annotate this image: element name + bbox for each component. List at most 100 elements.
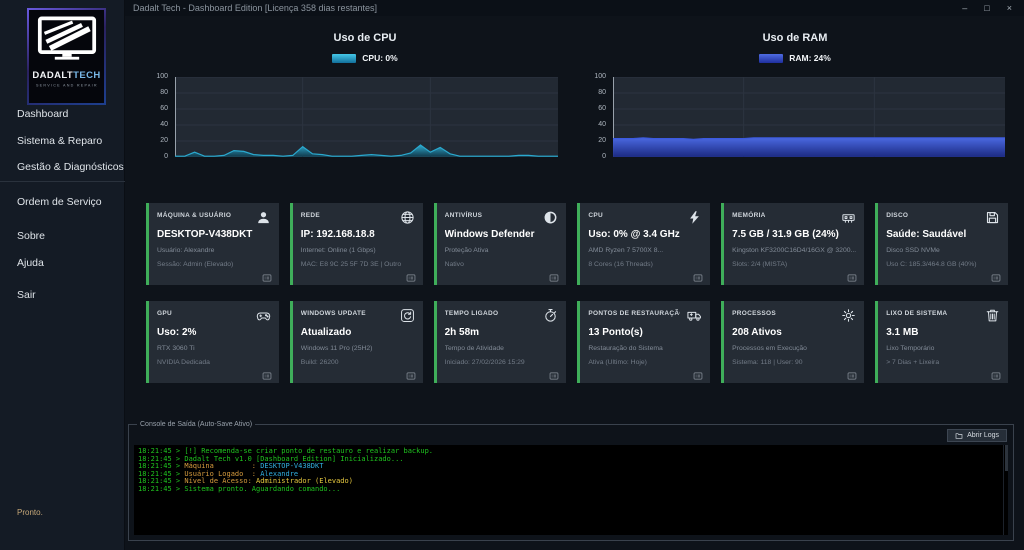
- titlebar: Dadalt Tech - Dashboard Edition [Licença…: [125, 0, 1024, 16]
- ram-legend-label: RAM: 24%: [789, 53, 831, 63]
- info-card: DISCO Saúde: Saudável Disco SSD NVMe Uso…: [875, 203, 1008, 285]
- card-value: 2h 58m: [445, 327, 559, 338]
- info-card: WINDOWS UPDATE Atualizado Windows 11 Pro…: [290, 301, 423, 383]
- info-card: PONTOS DE RESTAURAÇÃO 13 Ponto(s) Restau…: [577, 301, 710, 383]
- card-title: DISCO: [886, 210, 908, 219]
- gear-icon: [841, 308, 856, 323]
- card-value: 7.5 GB / 31.9 GB (24%): [732, 229, 856, 240]
- sidebar-item-sobre[interactable]: Sobre: [17, 230, 45, 242]
- card-details-icon[interactable]: [548, 368, 560, 378]
- card-detail-line-1: Lixo Temporário: [886, 345, 1000, 352]
- info-card: GPU Uso: 2% RTX 3060 Ti NVIDIA Dedicada: [146, 301, 279, 383]
- monitor-logo-icon: [37, 16, 97, 62]
- disk-icon: [985, 210, 1000, 225]
- y-tick-label: 80: [160, 89, 168, 96]
- card-detail-line-2: Build: 26200: [301, 359, 401, 366]
- card-value: IP: 192.168.18.8: [301, 229, 415, 240]
- card-detail-line-2: > 7 Dias + Lixeira: [886, 359, 986, 366]
- card-details-icon[interactable]: [990, 270, 1002, 280]
- card-details-icon[interactable]: [846, 270, 858, 280]
- y-tick-label: 20: [160, 137, 168, 144]
- card-detail-line-1: Disco SSD NVMe: [886, 247, 1000, 254]
- y-tick-label: 40: [598, 121, 606, 128]
- card-header: CPU: [588, 210, 702, 225]
- card-detail-line-1: RTX 3060 Ti: [157, 345, 271, 352]
- y-tick-label: 100: [594, 73, 606, 80]
- card-detail-line-2: 8 Cores (16 Threads): [588, 261, 688, 268]
- card-value: Windows Defender: [445, 229, 559, 240]
- card-header: GPU: [157, 308, 271, 323]
- ram-chart-legend: RAM: 24%: [595, 53, 995, 63]
- ram-legend-swatch: [759, 54, 783, 63]
- card-detail-line-2: Iniciado: 27/02/2026 15:29: [445, 359, 545, 366]
- card-detail-line-2: Slots: 2/4 (MISTA): [732, 261, 832, 268]
- card-details-icon[interactable]: [692, 368, 704, 378]
- card-detail-line-2: Ativa (Último: Hoje): [588, 359, 688, 366]
- y-tick-label: 0: [164, 153, 168, 160]
- card-details-icon[interactable]: [990, 368, 1002, 378]
- info-card: LIXO DE SISTEMA 3.1 MB Lixo Temporário >…: [875, 301, 1008, 383]
- card-value: Uso: 0% @ 3.4 GHz: [588, 229, 702, 240]
- card-detail-line-2: Sistema: 118 | User: 90: [732, 359, 832, 366]
- card-detail-line-2: Nativo: [445, 261, 545, 268]
- y-tick-label: 100: [156, 73, 168, 80]
- cards-grid: MÁQUINA & USUÁRIO DESKTOP-V438DKT Usuári…: [146, 203, 1008, 383]
- sidebar-item-sistema-reparo[interactable]: Sistema & Reparo: [17, 135, 102, 147]
- stopwatch-icon: [543, 308, 558, 323]
- card-title: MÁQUINA & USUÁRIO: [157, 210, 231, 219]
- open-logs-button[interactable]: Abrir Logs: [947, 429, 1007, 442]
- minimize-button[interactable]: –: [962, 0, 967, 16]
- sidebar-item-ordem-servico[interactable]: Ordem de Serviço: [17, 196, 102, 208]
- maximize-button[interactable]: □: [984, 0, 989, 16]
- sidebar-item-dashboard[interactable]: Dashboard: [17, 108, 68, 120]
- card-header: MÁQUINA & USUÁRIO: [157, 210, 271, 225]
- card-details-icon[interactable]: [261, 270, 273, 280]
- card-title: CPU: [588, 210, 603, 219]
- card-details-icon[interactable]: [261, 368, 273, 378]
- console-line: 18:21:45 > Sistema pronto. Aguardando co…: [138, 486, 999, 494]
- sidebar-item-gestao-diagnosticos[interactable]: Gestão & Diagnósticos: [17, 161, 124, 173]
- ram-y-axis-ticks: 020406080100: [581, 77, 609, 157]
- info-card: REDE IP: 192.168.18.8 Internet: Online (…: [290, 203, 423, 285]
- card-value: Atualizado: [301, 327, 415, 338]
- info-card: CPU Uso: 0% @ 3.4 GHz AMD Ryzen 7 5700X …: [577, 203, 710, 285]
- console-output: 18:21:45 > [!] Recomenda-se criar ponto …: [134, 445, 1003, 535]
- status-text: Pronto.: [17, 508, 43, 517]
- card-detail-line-1: Internet: Online (1 Gbps): [301, 247, 415, 254]
- card-details-icon[interactable]: [548, 270, 560, 280]
- card-details-icon[interactable]: [405, 270, 417, 280]
- y-tick-label: 60: [160, 105, 168, 112]
- card-value: 3.1 MB: [886, 327, 1000, 338]
- card-detail-line-1: Restauração do Sistema: [588, 345, 702, 352]
- card-value: 13 Ponto(s): [588, 327, 702, 338]
- card-header: LIXO DE SISTEMA: [886, 308, 1000, 323]
- truck-icon: [687, 308, 702, 323]
- card-title: MEMÓRIA: [732, 210, 766, 219]
- card-details-icon[interactable]: [692, 270, 704, 280]
- card-header: MEMÓRIA: [732, 210, 856, 225]
- card-details-icon[interactable]: [405, 368, 417, 378]
- app-logo: DADALTTECH SERVICE AND REPAIR: [27, 8, 106, 105]
- card-title: TEMPO LIGADO: [445, 308, 499, 317]
- cpu-chart-legend: CPU: 0%: [165, 53, 565, 63]
- sidebar-item-sair[interactable]: Sair: [17, 289, 36, 301]
- info-card: ANTIVÍRUS Windows Defender Proteção Ativ…: [434, 203, 567, 285]
- card-detail-line-2: NVIDIA Dedicada: [157, 359, 257, 366]
- app-logo-inner: DADALTTECH SERVICE AND REPAIR: [29, 10, 104, 103]
- app-window: Dadalt Tech - Dashboard Edition [Licença…: [0, 0, 1024, 550]
- card-details-icon[interactable]: [846, 368, 858, 378]
- card-header: WINDOWS UPDATE: [301, 308, 415, 323]
- y-tick-label: 0: [602, 153, 606, 160]
- card-title: WINDOWS UPDATE: [301, 308, 366, 317]
- console-scrollbar[interactable]: [1003, 445, 1008, 535]
- card-detail-line-1: Processos em Execução: [732, 345, 856, 352]
- console-scrollbar-thumb[interactable]: [1005, 445, 1008, 471]
- card-title: PROCESSOS: [732, 308, 776, 317]
- y-tick-label: 40: [160, 121, 168, 128]
- card-header: PROCESSOS: [732, 308, 856, 323]
- sidebar-item-ajuda[interactable]: Ajuda: [17, 257, 44, 269]
- close-button[interactable]: ×: [1007, 0, 1012, 16]
- card-detail-line-2: MAC: E8 9C 25 5F 7D 3E | Outro: [301, 261, 401, 268]
- trash-icon: [985, 308, 1000, 323]
- cpu-chart-plot: [175, 77, 558, 157]
